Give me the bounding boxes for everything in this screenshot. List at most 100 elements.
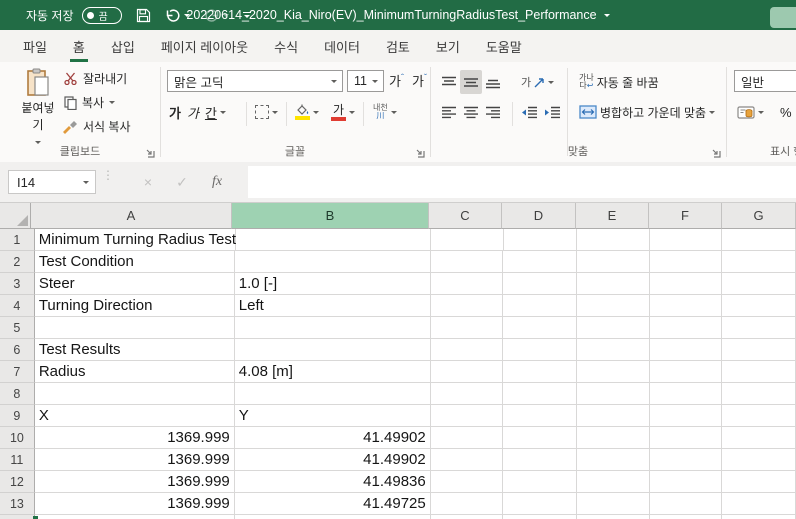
cell-E13[interactable] <box>577 493 650 515</box>
cell-C9[interactable] <box>431 405 504 427</box>
insert-function-button[interactable]: fx <box>202 170 232 194</box>
cell-F4[interactable] <box>650 295 723 317</box>
cell-G4[interactable] <box>722 295 796 317</box>
borders-dropdown-icon[interactable] <box>272 111 278 114</box>
cell-A14[interactable] <box>35 515 235 519</box>
tab-data[interactable]: 데이터 <box>311 30 373 62</box>
middle-align-button[interactable] <box>460 70 482 94</box>
cell-C10[interactable] <box>431 427 504 449</box>
name-box-dropdown-icon[interactable] <box>83 181 89 184</box>
row-header-7[interactable]: 7 <box>0 361 35 383</box>
cell-B3[interactable]: 1.0 [-] <box>235 273 431 295</box>
undo-button[interactable] <box>165 8 190 23</box>
cell-E11[interactable] <box>577 449 650 471</box>
column-header-A[interactable]: A <box>31 203 232 229</box>
cell-D6[interactable] <box>503 339 577 361</box>
wrap-text-button[interactable]: 가나 다↩ 자동 줄 바꿈 <box>576 70 662 94</box>
column-header-F[interactable]: F <box>649 203 722 229</box>
cell-D9[interactable] <box>503 405 577 427</box>
cell-B12[interactable]: 41.49836 <box>235 471 431 493</box>
column-header-G[interactable]: G <box>722 203 796 229</box>
cell-A12[interactable]: 1369.999 <box>35 471 235 493</box>
grow-font-button[interactable]: 가ˆ <box>389 71 404 90</box>
cell-C4[interactable] <box>431 295 504 317</box>
number-format-combo[interactable]: 일반 <box>734 70 796 92</box>
cell-E10[interactable] <box>577 427 650 449</box>
tab-file[interactable]: 파일 <box>10 30 60 62</box>
cell-E1[interactable] <box>577 229 650 251</box>
row-header-5[interactable]: 5 <box>0 317 35 339</box>
cell-G11[interactable] <box>722 449 796 471</box>
cell-D3[interactable] <box>503 273 577 295</box>
cell-C1[interactable] <box>431 229 504 251</box>
row-header-8[interactable]: 8 <box>0 383 35 405</box>
row-header-6[interactable]: 6 <box>0 339 35 361</box>
paste-button[interactable]: 붙여넣기 <box>16 68 60 147</box>
align-right-button[interactable] <box>482 100 504 124</box>
cell-F13[interactable] <box>650 493 723 515</box>
cell-A10[interactable]: 1369.999 <box>35 427 235 449</box>
cell-B7[interactable]: 4.08 [m] <box>235 361 431 383</box>
cell-E2[interactable] <box>577 251 650 273</box>
orientation-button[interactable]: 가 <box>518 70 557 94</box>
bottom-align-button[interactable] <box>482 70 504 94</box>
top-align-button[interactable] <box>438 70 460 94</box>
font-size-combo[interactable]: 11 <box>347 70 384 92</box>
format-painter-button[interactable]: 서식 복사 <box>62 118 131 135</box>
cell-A7[interactable]: Radius <box>35 361 235 383</box>
cell-F14[interactable] <box>650 515 723 519</box>
tab-insert[interactable]: 삽입 <box>98 30 148 62</box>
cell-F7[interactable] <box>650 361 723 383</box>
cell-G5[interactable] <box>722 317 796 339</box>
cell-A8[interactable] <box>35 383 235 405</box>
cell-A13[interactable]: 1369.999 <box>35 493 235 515</box>
cell-F11[interactable] <box>650 449 723 471</box>
cell-F10[interactable] <box>650 427 723 449</box>
cell-G3[interactable] <box>722 273 796 295</box>
increase-indent-button[interactable] <box>541 100 564 124</box>
cell-C8[interactable] <box>431 383 504 405</box>
cell-E12[interactable] <box>577 471 650 493</box>
cell-C14[interactable] <box>431 515 504 519</box>
row-header-12[interactable]: 12 <box>0 471 35 493</box>
cell-D4[interactable] <box>503 295 577 317</box>
cell-B5[interactable] <box>235 317 431 339</box>
cell-B4[interactable]: Left <box>235 295 431 317</box>
cell-A2[interactable]: Test Condition <box>35 251 235 273</box>
cell-D13[interactable] <box>503 493 577 515</box>
column-header-B[interactable]: B <box>232 203 429 229</box>
italic-button[interactable]: 가 <box>184 100 202 124</box>
merge-center-dropdown-icon[interactable] <box>709 111 715 114</box>
cell-E9[interactable] <box>577 405 650 427</box>
merge-center-button[interactable]: 병합하고 가운데 맞춤 <box>576 100 718 124</box>
cell-E8[interactable] <box>577 383 650 405</box>
cell-C12[interactable] <box>431 471 504 493</box>
cell-C7[interactable] <box>431 361 504 383</box>
cell-G6[interactable] <box>722 339 796 361</box>
cell-F2[interactable] <box>650 251 723 273</box>
column-header-D[interactable]: D <box>502 203 576 229</box>
fill-color-button[interactable] <box>291 100 322 124</box>
bold-button[interactable]: 가 <box>166 100 184 124</box>
autosave-toggle[interactable]: 끔 <box>82 7 122 24</box>
cell-B11[interactable]: 41.49902 <box>235 449 431 471</box>
search-box[interactable] <box>770 7 796 28</box>
column-header-C[interactable]: C <box>429 203 502 229</box>
cell-B13[interactable]: 41.49725 <box>235 493 431 515</box>
cell-D12[interactable] <box>503 471 577 493</box>
align-left-button[interactable] <box>438 100 460 124</box>
cell-F8[interactable] <box>650 383 723 405</box>
row-header-1[interactable]: 1 <box>0 229 35 251</box>
cell-E14[interactable] <box>577 515 650 519</box>
cell-A9[interactable]: X <box>35 405 235 427</box>
cell-C6[interactable] <box>431 339 504 361</box>
cell-E5[interactable] <box>577 317 650 339</box>
cell-D2[interactable] <box>503 251 577 273</box>
undo-dropdown-icon[interactable] <box>184 14 190 17</box>
row-header-4[interactable]: 4 <box>0 295 35 317</box>
font-color-dropdown-icon[interactable] <box>349 111 355 114</box>
accounting-format-button[interactable] <box>734 100 767 124</box>
orientation-dropdown-icon[interactable] <box>548 81 554 84</box>
cell-B6[interactable] <box>235 339 431 361</box>
cell-E3[interactable] <box>577 273 650 295</box>
